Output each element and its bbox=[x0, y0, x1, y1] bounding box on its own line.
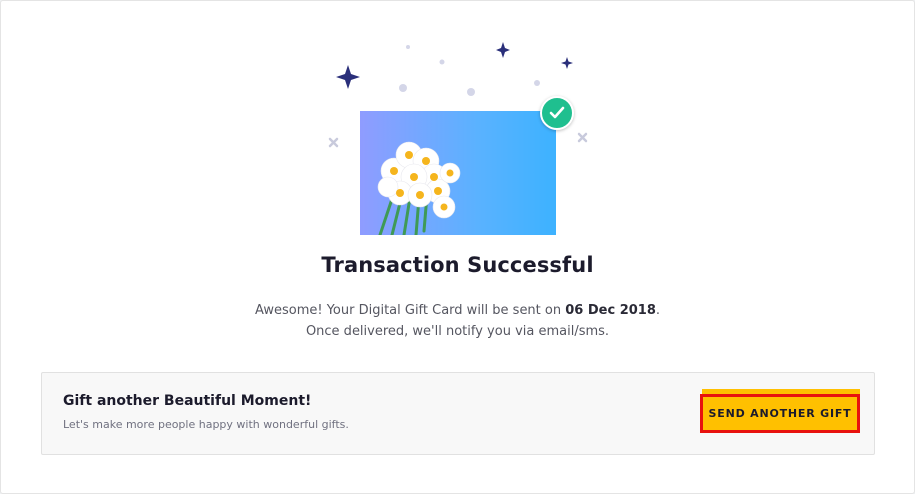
gift-card-image bbox=[360, 111, 556, 237]
checkmark-icon bbox=[549, 106, 565, 119]
success-badge bbox=[540, 96, 574, 130]
dot-icon bbox=[534, 80, 540, 86]
sparkle-icon bbox=[336, 65, 360, 89]
confirmation-message: Awesome! Your Digital Gift Card will be … bbox=[241, 300, 674, 342]
dot-icon bbox=[467, 88, 475, 96]
gift-again-panel: Gift another Beautiful Moment! Let's mak… bbox=[41, 372, 875, 455]
message-prefix: Awesome! Your Digital Gift Card will be … bbox=[254, 303, 566, 318]
page-title: Transaction Successful bbox=[321, 253, 594, 277]
send-another-gift-button[interactable]: SEND ANOTHER GIFT bbox=[700, 389, 860, 433]
delivery-date: 06 Dec 2018 bbox=[565, 303, 656, 318]
dot-icon bbox=[439, 59, 445, 65]
cross-icon bbox=[328, 137, 339, 148]
cross-icon bbox=[577, 132, 588, 143]
sparkle-icon bbox=[496, 42, 510, 58]
flower-bouquet-icon bbox=[377, 141, 461, 237]
promo-subtitle: Let's make more people happy with wonder… bbox=[63, 418, 349, 431]
transaction-success-card: Transaction Successful Awesome! Your Dig… bbox=[0, 0, 915, 494]
sparkle-icon bbox=[561, 57, 573, 69]
dot-icon bbox=[406, 45, 410, 49]
promo-title: Gift another Beautiful Moment! bbox=[63, 393, 312, 409]
dot-icon bbox=[399, 84, 407, 92]
